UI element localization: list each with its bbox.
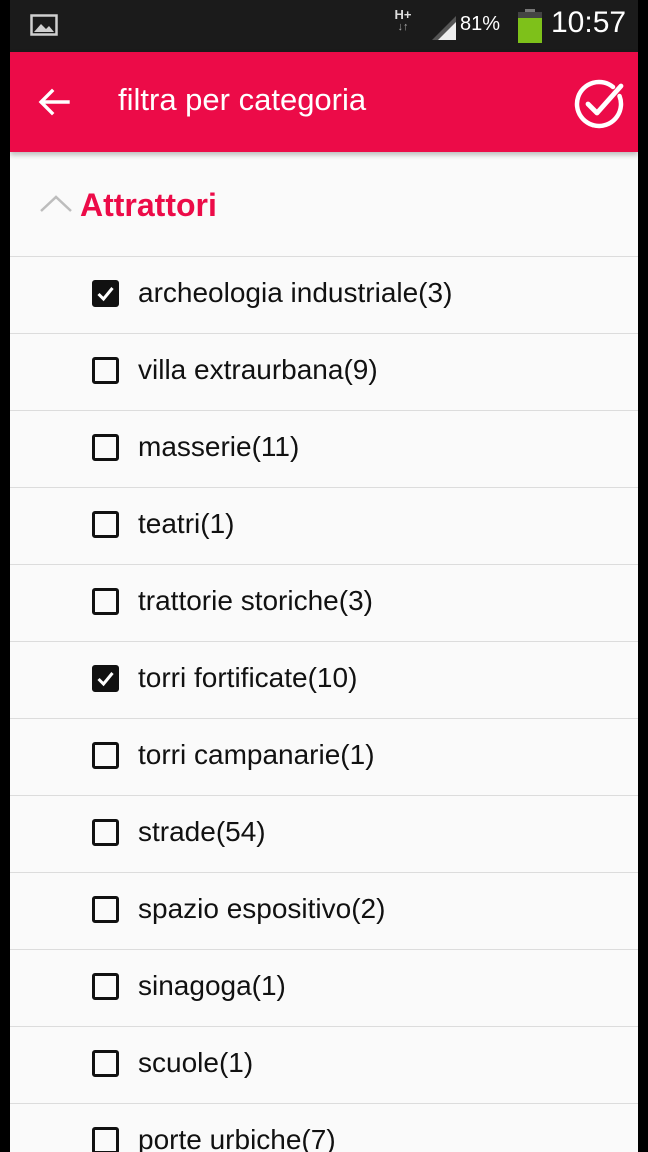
list-item[interactable]: trattorie storiche(3) [10,565,638,642]
checkbox[interactable] [92,511,119,538]
item-label: torri fortificate(10) [138,662,358,693]
checkbox[interactable] [92,973,119,1000]
check-icon [97,672,114,687]
data-activity-icon: ↓↑ [397,21,409,33]
item-label: archeologia industriale(3) [138,277,453,308]
checkbox[interactable] [92,357,119,384]
category-filter-list: Attrattori archeologia industriale(3) vi… [10,152,638,1152]
item-label: sinagoga(1) [138,970,286,1001]
checkbox[interactable] [92,819,119,846]
check-icon [97,287,114,302]
item-label: strade(54) [138,816,266,847]
signal-strength-icon [432,16,456,40]
toolbar-title: filtra per categoria [118,82,367,117]
list-item[interactable]: spazio espositivo(2) [10,873,638,950]
list-item[interactable]: teatri(1) [10,488,638,565]
checkbox[interactable] [92,1050,119,1077]
item-label: scuole(1) [138,1047,254,1078]
list-item[interactable]: torri fortificate(10) [10,642,638,719]
list-item[interactable]: scuole(1) [10,1027,638,1104]
network-type-indicator: H+ ↓↑ [392,8,414,38]
item-label: porte urbiche(7) [138,1124,336,1152]
list-item[interactable]: sinagoga(1) [10,950,638,1027]
checkbox[interactable] [92,588,119,615]
list-item[interactable]: masserie(11) [10,411,638,488]
check-circle-icon [574,79,624,129]
chevron-up-icon [40,195,72,212]
item-label: trattorie storiche(3) [138,585,373,616]
confirm-button[interactable] [570,74,630,134]
item-label: villa extraurbana(9) [138,354,378,385]
category-items: archeologia industriale(3) villa extraur… [10,257,638,1152]
item-label: torri campanarie(1) [138,739,375,770]
item-label: spazio espositivo(2) [138,893,386,924]
network-type-label: H+ [394,7,412,22]
checkbox[interactable] [92,434,119,461]
checkbox[interactable] [92,280,119,307]
app-toolbar: filtra per categoria [10,52,638,152]
checkbox[interactable] [92,665,119,692]
list-item[interactable]: porte urbiche(7) [10,1104,638,1152]
checkbox[interactable] [92,1127,119,1152]
app-screen: H+ ↓↑ 81% 10:57 filtra per categoria Att… [10,0,638,1152]
list-item[interactable]: strade(54) [10,796,638,873]
list-item[interactable]: torri campanarie(1) [10,719,638,796]
battery-percent: 81% [460,13,501,35]
status-bar: H+ ↓↑ 81% 10:57 [10,0,638,52]
item-label: teatri(1) [138,508,235,539]
group-title: Attrattori [80,187,217,223]
gallery-notification-icon [30,14,58,36]
group-header-attrattori[interactable]: Attrattori [10,152,638,257]
battery-icon [518,9,542,43]
checkbox[interactable] [92,742,119,769]
list-item[interactable]: archeologia industriale(3) [10,257,638,334]
item-label: masserie(11) [138,431,300,462]
clock: 10:57 [551,6,627,39]
checkbox[interactable] [92,896,119,923]
arrow-left-icon [38,88,70,116]
back-button[interactable] [30,78,78,126]
list-item[interactable]: villa extraurbana(9) [10,334,638,411]
